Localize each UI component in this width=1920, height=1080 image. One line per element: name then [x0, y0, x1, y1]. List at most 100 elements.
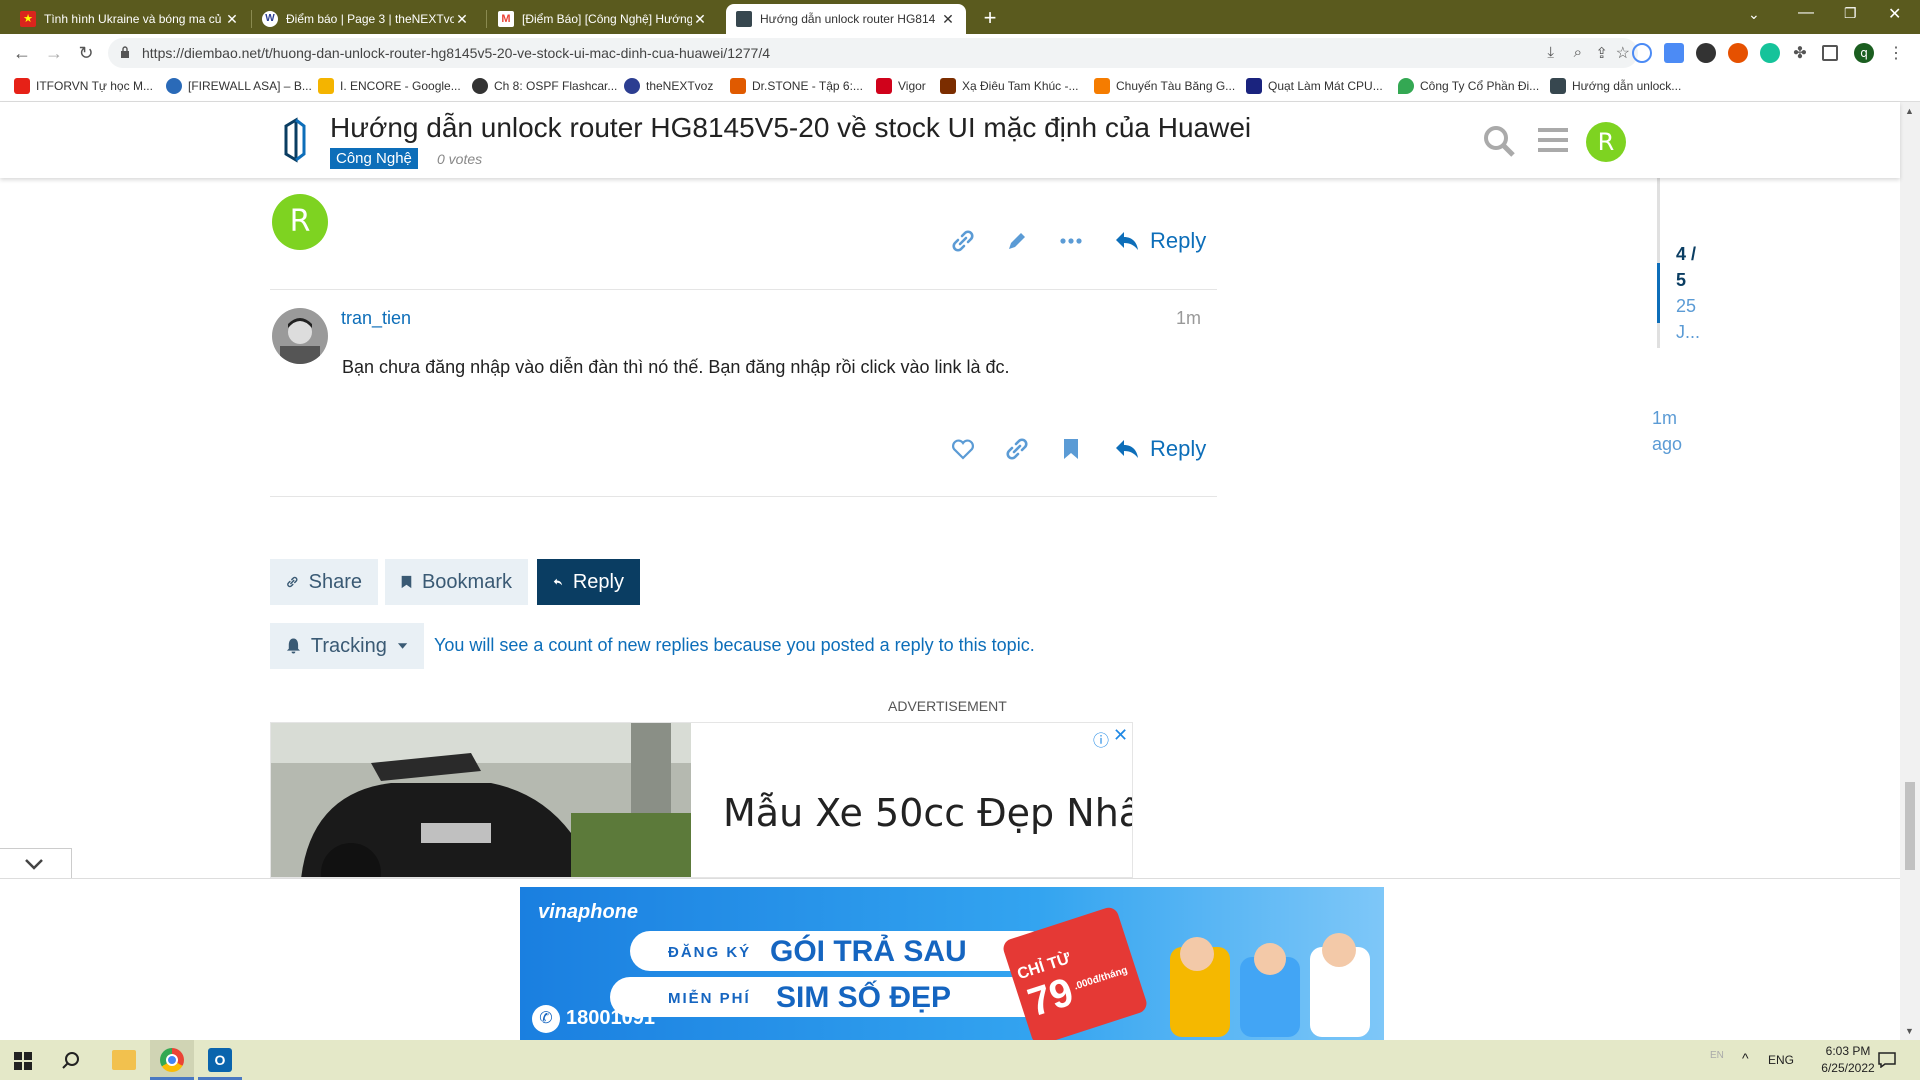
extension-honey-icon[interactable] — [1728, 43, 1748, 63]
tab-search-icon[interactable]: ⌄ — [1748, 6, 1760, 23]
input-lang-code[interactable]: EN — [1710, 1050, 1724, 1061]
post-username[interactable]: tran_tien — [341, 308, 411, 329]
address-bar[interactable]: https://diembao.net/t/huong-dan-unlock-r… — [108, 38, 1638, 68]
windows-taskbar: O EN ^ ENG 6:03 PM 6/25/2022 — [0, 1040, 1920, 1080]
search-icon[interactable] — [62, 1051, 80, 1069]
bookmark-star-icon[interactable]: ☆ — [1616, 43, 1630, 63]
zoom-icon[interactable]: ⌕ — [1574, 44, 1582, 61]
tab-ukraine[interactable]: ★ Tình hình Ukraine và bóng ma củ ✕ — [10, 4, 250, 34]
extensions-puzzle-icon[interactable]: ✤ — [1790, 43, 1810, 63]
bookmark-item[interactable]: Dr.STONE - Tập 6:... — [730, 78, 863, 94]
close-tab-icon[interactable]: ✕ — [454, 11, 470, 28]
scrollbar-thumb[interactable] — [1905, 782, 1915, 870]
ad-info-icon[interactable]: ⓘ — [1093, 727, 1109, 751]
post-actions: Reply — [950, 228, 1206, 254]
taskbar-chrome[interactable] — [150, 1040, 194, 1080]
timeline-position[interactable]: 4 / — [1676, 244, 1696, 265]
extension-adguard-icon[interactable] — [1696, 43, 1716, 63]
new-tab-button[interactable]: + — [976, 4, 1004, 32]
notification-center-icon[interactable] — [1878, 1052, 1896, 1068]
windows-start-icon[interactable] — [14, 1052, 32, 1070]
file-explorer-icon[interactable] — [112, 1050, 136, 1070]
close-tab-icon[interactable]: ✕ — [692, 11, 708, 28]
bookmark-item[interactable]: Vigor — [876, 78, 926, 94]
scroll-up-arrow-icon[interactable]: ▲ — [1905, 106, 1914, 116]
user-avatar[interactable]: R — [1586, 122, 1626, 162]
site-header: Hướng dẫn unlock router HG8145V5-20 về s… — [0, 102, 1900, 178]
timeline-last-post-time[interactable]: 1m — [1652, 408, 1677, 429]
bookmark-item[interactable]: Quạt Làm Mát CPU... — [1246, 78, 1383, 94]
tab-title: Hướng dẫn unlock router HG814 — [760, 12, 936, 26]
reply-topic-button[interactable]: Reply — [537, 559, 640, 605]
link-icon[interactable] — [1004, 436, 1030, 462]
topic-title[interactable]: Hướng dẫn unlock router HG8145V5-20 về s… — [330, 112, 1251, 144]
bookmark-item[interactable]: Xạ Điêu Tam Khúc -... — [940, 78, 1079, 94]
close-tab-icon[interactable]: ✕ — [940, 11, 956, 28]
post-actions: Reply — [950, 436, 1206, 462]
hamburger-menu-icon[interactable] — [1538, 126, 1568, 154]
language-indicator[interactable]: ENG — [1768, 1053, 1794, 1067]
extension-grammarly-icon[interactable] — [1760, 43, 1780, 63]
page-scrollbar[interactable]: ▲ ▼ — [1900, 102, 1920, 1040]
bookmark-favicon-icon — [730, 78, 746, 94]
bookmarks-bar: ITFORVN Tự học M... [FIREWALL ASA] – B..… — [0, 72, 1920, 102]
share-button[interactable]: Share — [270, 559, 378, 605]
install-app-icon[interactable]: ⤓ — [1547, 44, 1554, 61]
tab-diembao-page3[interactable]: W Điểm báo | Page 3 | theNEXTvoz ✕ — [252, 4, 480, 34]
timeline-handle[interactable] — [1657, 263, 1660, 323]
side-panel-icon[interactable] — [1822, 45, 1838, 61]
bookmark-item[interactable]: Ch 8: OSPF Flashcar... — [472, 78, 617, 94]
user-photo-avatar[interactable] — [272, 308, 328, 364]
category-badge[interactable]: Công Nghệ — [330, 148, 418, 169]
share-page-icon[interactable]: ⇪ — [1595, 44, 1608, 62]
bookmark-item[interactable]: [FIREWALL ASA] – B... — [166, 78, 312, 94]
tray-chevron-up-icon[interactable]: ^ — [1742, 1050, 1749, 1066]
forward-icon[interactable]: → — [42, 41, 66, 65]
bookmark-item[interactable]: Chuyến Tàu Băng G... — [1094, 78, 1235, 94]
back-icon[interactable]: ← — [10, 41, 34, 65]
minimize-button[interactable]: — — [1798, 4, 1814, 22]
taskbar-outlook[interactable]: O — [198, 1040, 242, 1080]
reply-button[interactable]: Reply — [1114, 228, 1206, 254]
clock-date[interactable]: 6/25/2022 — [1808, 1061, 1888, 1075]
bookmark-topic-button[interactable]: Bookmark — [385, 559, 528, 605]
ad-card[interactable]: Mẫu Xe 50cc Đẹp Nhất ⓘ ✕ — [270, 722, 1133, 878]
site-logo-icon[interactable] — [282, 116, 308, 164]
extension-google-lens-icon[interactable] — [1632, 43, 1652, 63]
vinaphone-banner-ad[interactable]: vinaphone ĐĂNG KÝ GÓI TRẢ SAU MIỄN PHÍ S… — [520, 887, 1384, 1041]
like-heart-icon[interactable] — [950, 436, 976, 462]
search-icon[interactable] — [1482, 124, 1516, 158]
tracking-dropdown[interactable]: Tracking — [270, 623, 424, 669]
tab-gmail-diembao[interactable]: M [Điểm Báo] [Công Nghệ] Hướng ✕ — [488, 4, 718, 34]
tab-huong-dan-unlock[interactable]: Hướng dẫn unlock router HG814 ✕ — [726, 4, 966, 34]
reload-icon[interactable]: ↻ — [74, 41, 98, 65]
ad-motorbike-image — [271, 723, 691, 877]
extension-translate-icon[interactable] — [1664, 43, 1684, 63]
clock-time[interactable]: 6:03 PM — [1808, 1044, 1888, 1058]
bookmark-item[interactable]: Hướng dẫn unlock... — [1550, 78, 1681, 94]
bookmark-item[interactable]: Công Ty Cổ Phần Đi... — [1398, 78, 1539, 94]
bookmark-item[interactable]: theNEXTvoz — [624, 78, 713, 94]
restore-button[interactable]: ❐ — [1844, 5, 1857, 22]
close-window-button[interactable]: ✕ — [1888, 4, 1901, 24]
timeline-last-post-ago[interactable]: ago — [1652, 434, 1682, 455]
bookmark-icon[interactable] — [1058, 436, 1084, 462]
menu-kebab-icon[interactable]: ⋮ — [1886, 43, 1906, 63]
more-options-icon[interactable] — [1058, 228, 1084, 254]
close-tab-icon[interactable]: ✕ — [224, 11, 240, 28]
collapse-ad-button[interactable] — [0, 848, 72, 878]
link-icon[interactable] — [950, 228, 976, 254]
bookmark-item[interactable]: ITFORVN Tự học M... — [14, 78, 153, 94]
vietnam-flag-icon: ★ — [20, 11, 36, 27]
bookmark-item[interactable]: I. ENCORE - Google... — [318, 78, 461, 94]
ad-headline[interactable]: Mẫu Xe 50cc Đẹp Nhất — [723, 791, 1132, 835]
timeline-total[interactable]: 5 — [1676, 270, 1686, 291]
profile-avatar[interactable]: q — [1854, 43, 1874, 63]
scroll-down-arrow-icon[interactable]: ▼ — [1905, 1026, 1914, 1036]
ad-close-icon[interactable]: ✕ — [1113, 725, 1128, 746]
reply-button[interactable]: Reply — [1114, 436, 1206, 462]
post-avatar[interactable]: R — [272, 194, 328, 250]
edit-pencil-icon[interactable] — [1004, 228, 1030, 254]
post-body: Bạn chưa đăng nhập vào diễn đàn thì nó t… — [342, 357, 1010, 377]
post-time[interactable]: 1m — [1176, 308, 1201, 329]
